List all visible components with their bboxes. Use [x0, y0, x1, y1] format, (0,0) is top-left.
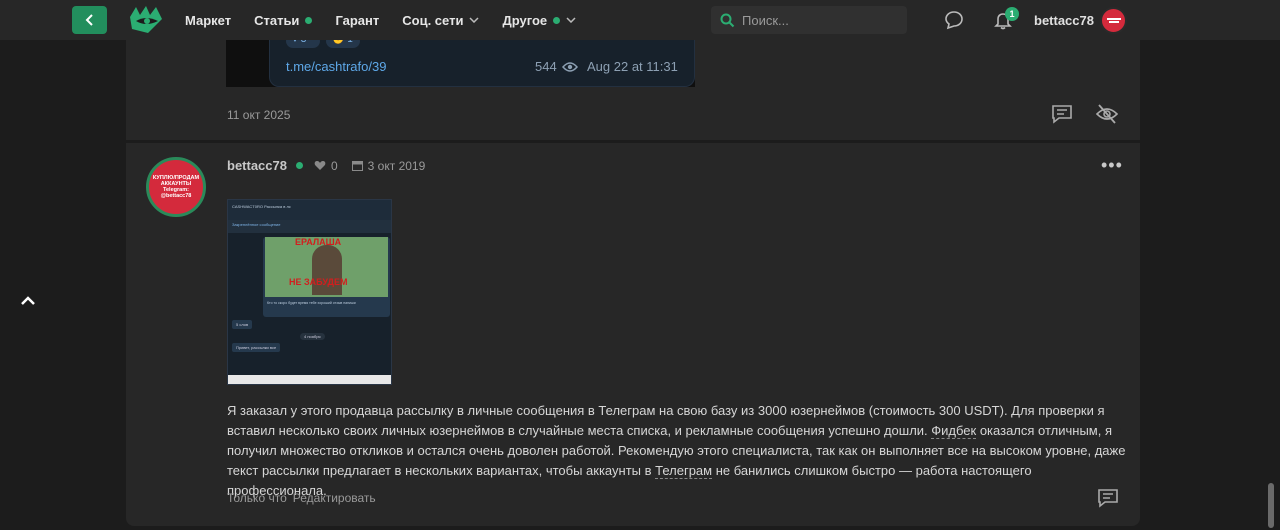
- nav-item-guarantee[interactable]: Гарант: [335, 13, 379, 28]
- search-box[interactable]: [711, 6, 907, 34]
- nav-item-other[interactable]: Другое: [502, 13, 576, 28]
- search-input[interactable]: [742, 12, 892, 28]
- nav-item-market[interactable]: Маркет: [185, 13, 231, 28]
- comment-date: 11 окт 2025: [227, 108, 291, 122]
- date-value: 3 окт 2019: [367, 158, 426, 173]
- nav-label: Соц. сети: [402, 12, 464, 28]
- more-options-button[interactable]: •••: [1101, 155, 1123, 176]
- shot-msg1: 5 слов: [232, 320, 253, 329]
- glossary-link[interactable]: Фидбек: [931, 423, 977, 439]
- author-name[interactable]: bettacc78: [227, 158, 287, 173]
- post-time: Aug 22 at 11:31: [587, 59, 678, 74]
- comments-area: ♥ 3 ✊ 1 t.me/cashtrafo/39 544 Aug 22 at …: [126, 34, 1140, 530]
- chevron-down-icon: [469, 17, 479, 23]
- new-dot: [305, 16, 313, 24]
- new-dot: [553, 16, 561, 24]
- comment-meta: bettacc78 0 3 окт 2019: [227, 158, 425, 173]
- alerts-badge: 1: [1005, 7, 1019, 21]
- eye-icon: [561, 61, 578, 72]
- shot-pinned: Закреплённое сообщение: [228, 220, 391, 233]
- edit-link[interactable]: Редактировать: [293, 491, 376, 505]
- nav-item-articles[interactable]: Статьи: [254, 12, 313, 28]
- search-icon: [720, 13, 735, 27]
- scroll-to-top-button[interactable]: [18, 290, 38, 310]
- back-button[interactable]: [72, 6, 107, 34]
- shot-taskbar: [228, 375, 391, 384]
- previous-comment: ♥ 3 ✊ 1 t.me/cashtrafo/39 544 Aug 22 at …: [126, 34, 1140, 140]
- likes: 0: [314, 159, 338, 173]
- nav-label: Гарант: [335, 12, 380, 28]
- chat-bubble-icon: [945, 11, 963, 30]
- shot-caption: Кто то скоро будет время тебе хороший от…: [267, 301, 356, 305]
- shot-msg2: Привет, рассылки все: [232, 343, 281, 352]
- online-indicator: [295, 162, 303, 169]
- comment-body: Я заказал у этого продавца рассылку в ли…: [227, 401, 1127, 501]
- author-avatar[interactable]: КУПЛЮ/ПРОДАМ АККАУНТЫ Telegram: @bettacc…: [146, 157, 206, 217]
- chevron-down-icon: [566, 17, 576, 23]
- nav-label: Другое: [502, 12, 548, 28]
- telegram-link[interactable]: t.me/cashtrafo/39: [286, 59, 386, 74]
- likes-count: 0: [330, 158, 338, 173]
- nav-item-social[interactable]: Соц. сети: [402, 13, 479, 28]
- shot-header: CASHWACT0RO Рассылка в лс: [228, 200, 391, 220]
- attached-screenshot[interactable]: CASHWACT0RO Рассылка в лс Закреплённое с…: [227, 199, 392, 385]
- top-navbar: Маркет Статьи Гарант Соц. сети Другое 1 …: [0, 0, 1280, 40]
- avatar-line: Telegram: @bettacc78: [160, 187, 192, 199]
- scrollbar-thumb[interactable]: [1268, 483, 1274, 528]
- comment-footer: Только что Редактировать: [227, 491, 376, 505]
- timestamp: Только что: [227, 491, 287, 505]
- shot-title: ЕРАЛАША: [295, 237, 342, 247]
- main-nav: Маркет Статьи Гарант Соц. сети Другое: [185, 0, 599, 40]
- chevron-up-icon: [21, 295, 35, 305]
- views-value: 544: [535, 59, 557, 74]
- view-count: 544: [535, 59, 578, 74]
- post-date: 3 окт 2019: [351, 158, 426, 173]
- chevron-left-icon: [85, 14, 93, 26]
- glossary-link[interactable]: Телеграм: [655, 463, 713, 479]
- calendar-icon: [351, 161, 363, 171]
- person-figure: [312, 245, 342, 295]
- nav-label: Маркет: [185, 12, 232, 28]
- reply-icon[interactable]: [1051, 104, 1073, 124]
- conversations-button[interactable]: [943, 9, 965, 31]
- shot-day: 4 ноября: [300, 333, 325, 340]
- heart-icon: [314, 161, 326, 170]
- hide-icon[interactable]: [1096, 104, 1118, 124]
- nav-label: Статьи: [254, 12, 300, 28]
- telegram-embed[interactable]: ♥ 3 ✊ 1 t.me/cashtrafo/39 544 Aug 22 at …: [269, 34, 695, 87]
- account-avatar[interactable]: [1100, 7, 1127, 34]
- shot-image: ЕРАЛАША НЕ ЗАБУДЕМ: [265, 237, 388, 297]
- account-username[interactable]: bettacc78: [1034, 13, 1094, 28]
- shot-message: ЕРАЛАША НЕ ЗАБУДЕМ Кто то скоро будет вр…: [263, 237, 390, 317]
- avatar-image-icon: [1106, 17, 1121, 23]
- shot-subtitle: НЕ ЗАБУДЕМ: [289, 277, 348, 287]
- site-logo[interactable]: [128, 5, 164, 35]
- comment-actions: [1051, 104, 1118, 124]
- comment: КУПЛЮ/ПРОДАМ АККАУНТЫ Telegram: @bettacc…: [126, 143, 1140, 526]
- reply-icon[interactable]: [1097, 488, 1119, 508]
